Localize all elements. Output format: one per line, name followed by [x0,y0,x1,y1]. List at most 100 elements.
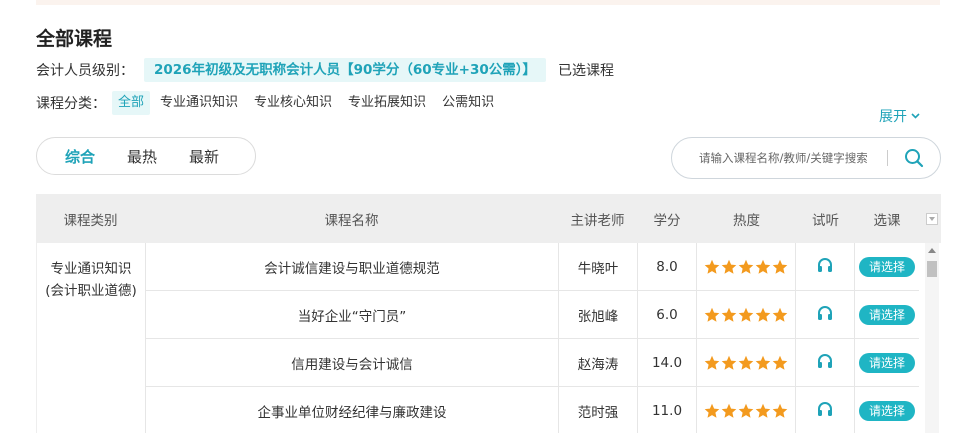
search-icon[interactable] [904,148,924,168]
course-name[interactable]: 企事业单位财经纪律与廉政建设 [146,386,559,433]
popularity-stars [697,243,796,291]
table-row: 当好企业“守门员” 张旭峰 6.0 请选择 [146,290,919,339]
select-cell: 请选择 [855,243,919,291]
table-row: 会计诚信建设与职业道德规范 牛晓叶 8.0 请选择 [146,243,919,291]
course-credit: 8.0 [638,243,697,291]
course-table: 课程类别 课程名称 主讲老师 学分 热度 试听 选课 专业通识知识 (会计职业道… [36,194,941,433]
header-preview: 试听 [812,212,839,229]
table-scrollbar[interactable] [925,243,939,433]
headphones-icon[interactable] [816,256,834,278]
preview-cell [796,386,855,433]
star-icon [721,307,737,322]
star-icon [721,355,737,370]
category-extension[interactable]: 专业拓展知识 [342,91,432,115]
table-header: 课程类别 课程名称 主讲老师 学分 热度 试听 选课 [36,194,941,243]
search-divider [887,150,888,166]
header-category: 课程类别 [63,212,118,229]
star-icon [772,259,788,274]
popularity-stars [697,386,796,433]
star-icon [738,355,754,370]
header-name: 课程名称 [324,212,379,229]
search-box [671,137,941,179]
course-rows: 会计诚信建设与职业道德规范 牛晓叶 8.0 请选择 当好企业“守门员” 张旭峰 … [146,243,919,433]
star-icon [738,307,754,322]
level-selector[interactable]: 2026年初级及无职称会计人员【90学分（60专业+30公需）】 [144,58,546,82]
headphones-icon[interactable] [816,352,834,374]
headphones-icon[interactable] [816,400,834,422]
category-public[interactable]: 公需知识 [436,91,500,115]
star-icon [772,355,788,370]
course-name[interactable]: 信用建设与会计诚信 [146,338,559,387]
chevron-down-icon [911,113,920,119]
page-title: 全部课程 [36,28,113,50]
star-icon [704,259,720,274]
scroll-up-arrow-icon[interactable] [928,248,936,253]
category-group-line1: 专业通识知识 [50,261,132,277]
table-row: 信用建设与会计诚信 赵海涛 14.0 请选择 [146,338,919,387]
popularity-stars [697,338,796,387]
popularity-stars [697,290,796,339]
category-all[interactable]: 全部 [112,91,151,115]
category-group-line2: (会计职业道德) [45,283,137,299]
course-credit: 14.0 [638,338,697,387]
star-icon [704,403,720,418]
course-teacher: 赵海涛 [559,338,638,387]
preview-cell [796,243,855,291]
course-teacher: 张旭峰 [559,290,638,339]
star-icon [738,259,754,274]
header-select-label: 选课 [873,212,901,229]
select-cell: 请选择 [855,387,919,433]
course-credit: 11.0 [638,386,697,433]
star-icon [755,259,771,274]
category-core[interactable]: 专业核心知识 [248,91,338,115]
course-teacher: 范时强 [559,386,638,433]
sort-tabs: 综合 最热 最新 [36,137,256,175]
header-teacher: 主讲老师 [570,212,625,229]
select-cell: 请选择 [855,291,919,339]
select-course-button[interactable]: 请选择 [859,304,915,325]
header-select-sort[interactable] [919,211,941,227]
star-icon [704,355,720,370]
scroll-thumb[interactable] [927,261,937,277]
sort-tab-comprehensive[interactable]: 综合 [65,146,95,167]
level-label: 会计人员级别： [36,63,134,79]
header-credit: 学分 [653,212,681,229]
star-icon [772,307,788,322]
dropdown-icon[interactable] [926,212,938,225]
select-course-button[interactable]: 请选择 [859,352,915,373]
preview-cell [796,290,855,339]
star-icon [738,403,754,418]
select-course-button[interactable]: 请选择 [859,256,915,277]
expand-label: 展开 [879,109,907,125]
header-popularity: 热度 [733,212,760,229]
star-icon [755,307,771,322]
category-general[interactable]: 专业通识知识 [154,91,244,115]
category-filter: 课程分类： 全部 专业通识知识 专业核心知识 专业拓展知识 公需知识 [36,91,504,115]
headphones-icon[interactable] [816,304,834,326]
header-select: 选课 [855,209,919,229]
star-icon [721,403,737,418]
search-input[interactable] [699,151,887,165]
course-name[interactable]: 当好企业“守门员” [146,290,559,339]
table-body: 专业通识知识 (会计职业道德) 会计诚信建设与职业道德规范 牛晓叶 8.0 请选… [36,243,941,433]
expand-button[interactable]: 展开 [879,106,920,126]
course-teacher: 牛晓叶 [559,243,638,291]
top-strip [36,0,940,5]
sort-tab-newest[interactable]: 最新 [189,146,219,167]
star-icon [772,403,788,418]
star-icon [704,307,720,322]
preview-cell [796,338,855,387]
sort-tab-hottest[interactable]: 最热 [127,146,157,167]
category-group-cell: 专业通识知识 (会计职业道德) [36,243,146,433]
select-course-button[interactable]: 请选择 [859,400,915,421]
star-icon [721,259,737,274]
level-row: 会计人员级别： 2026年初级及无职称会计人员【90学分（60专业+30公需）】… [36,58,614,82]
selected-courses-link[interactable]: 已选课程 [558,60,614,80]
table-row: 企事业单位财经纪律与廉政建设 范时强 11.0 请选择 [146,386,919,433]
star-icon [755,355,771,370]
star-icon [755,403,771,418]
select-cell: 请选择 [855,339,919,387]
course-credit: 6.0 [638,290,697,339]
course-name[interactable]: 会计诚信建设与职业道德规范 [146,243,559,291]
category-label: 课程分类： [36,96,106,112]
